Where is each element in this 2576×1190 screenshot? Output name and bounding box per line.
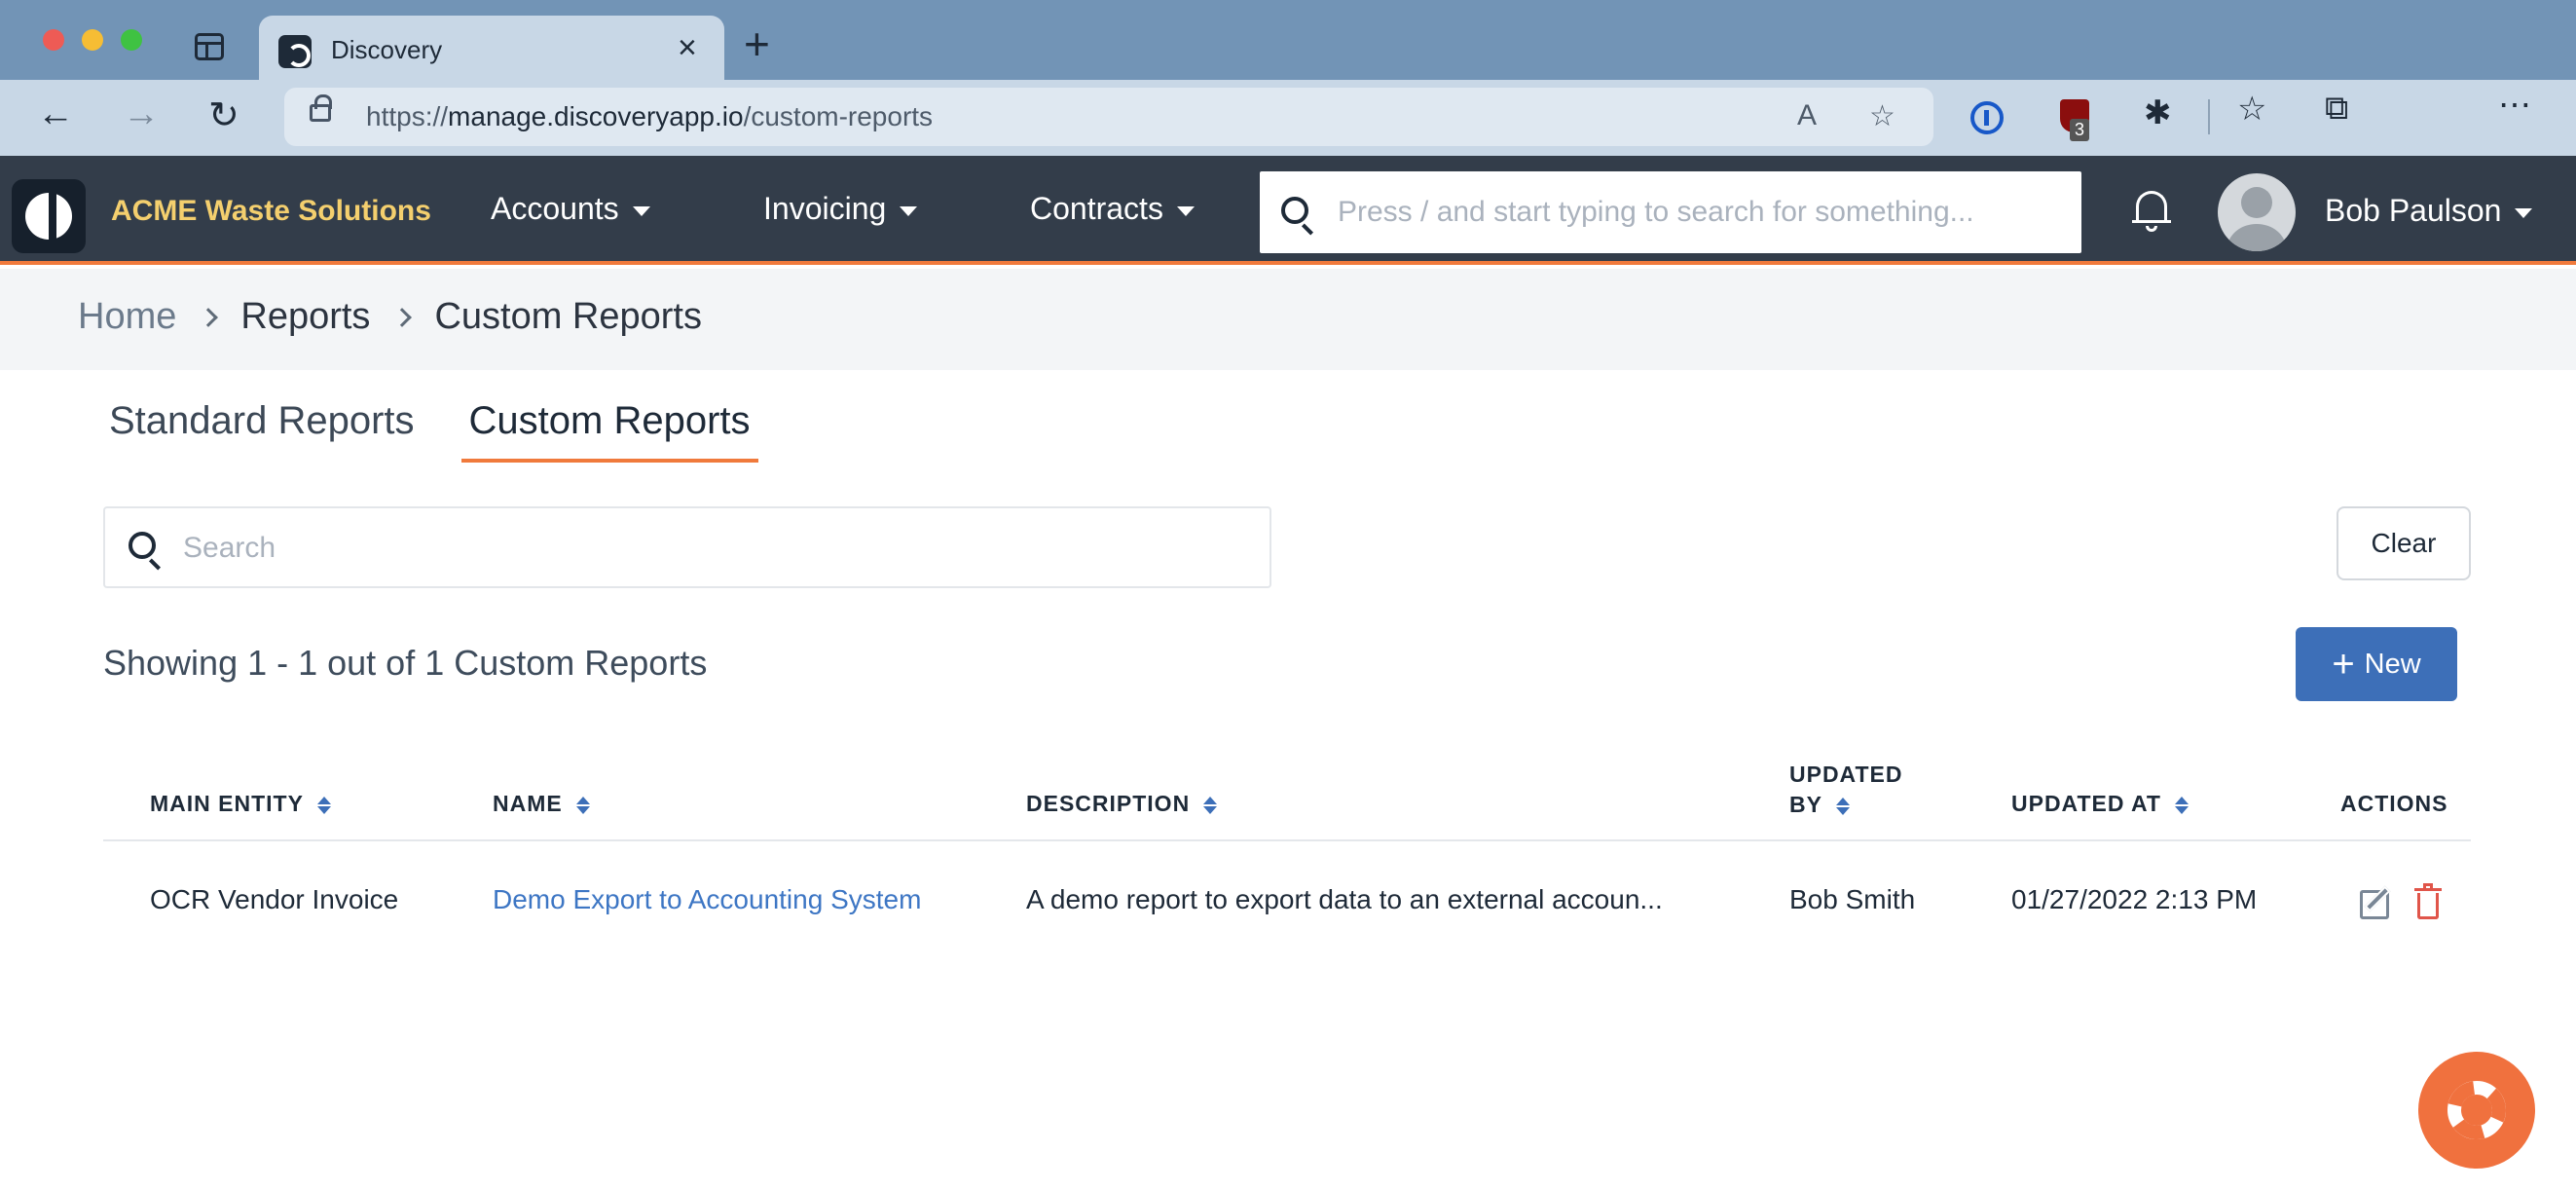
- breadcrumb: Home Reports Custom Reports: [0, 269, 2576, 370]
- cell-updated-at: 01/27/2022 2:13 PM: [2011, 884, 2258, 914]
- breadcrumb-reports[interactable]: Reports: [240, 296, 370, 338]
- new-button-label: New: [2364, 648, 2421, 680]
- discovery-logo-icon[interactable]: [12, 179, 86, 253]
- tab-standard-reports[interactable]: Standard Reports: [101, 399, 423, 463]
- chevron-down-icon: [900, 205, 918, 216]
- help-button[interactable]: [2418, 1052, 2535, 1169]
- column-updated-by[interactable]: UPDATED BY: [1789, 762, 1902, 818]
- app-viewport: ACME Waste Solutions Accounts Invoicing …: [0, 156, 2576, 1190]
- cell-updated-by: Bob Smith: [1789, 884, 1916, 914]
- discovery-favicon-icon: [278, 35, 312, 68]
- results-count: Showing 1 - 1 out of 1 Custom Reports: [103, 643, 708, 683]
- breadcrumb-custom-reports: Custom Reports: [434, 296, 702, 337]
- breadcrumb-home[interactable]: Home: [78, 296, 176, 338]
- sort-icon[interactable]: [316, 797, 331, 814]
- cell-main-entity: OCR Vendor Invoice: [150, 884, 399, 914]
- new-tab-icon[interactable]: +: [744, 18, 770, 70]
- forward-icon[interactable]: →: [123, 93, 160, 135]
- avatar[interactable]: [2218, 173, 2296, 251]
- nav-invoicing-label: Invoicing: [763, 191, 887, 226]
- close-window-button[interactable]: [43, 29, 64, 51]
- global-search[interactable]: [1260, 171, 2081, 253]
- report-search[interactable]: [103, 506, 1271, 588]
- reload-icon[interactable]: ↻: [208, 93, 239, 137]
- chevron-right-icon: [199, 307, 219, 327]
- delete-icon[interactable]: [2414, 883, 2442, 919]
- close-tab-icon[interactable]: ×: [678, 29, 697, 67]
- extensions-icon[interactable]: ✱: [2144, 93, 2172, 132]
- lifebuoy-icon: [2447, 1081, 2506, 1139]
- user-menu[interactable]: Bob Paulson: [2325, 193, 2533, 229]
- sort-icon[interactable]: [1835, 798, 1850, 815]
- tab-title: Discovery: [331, 35, 443, 64]
- extension-badge: 3: [2070, 119, 2090, 141]
- cell-description: A demo report to export data to an exter…: [1026, 884, 1663, 914]
- clear-button[interactable]: Clear: [2337, 506, 2471, 580]
- table-row: OCR Vendor Invoice Demo Export to Accoun…: [103, 843, 2471, 960]
- chevron-down-icon: [632, 205, 650, 216]
- favorite-add-icon[interactable]: ☆: [1869, 99, 1895, 133]
- chevron-down-icon: [2515, 207, 2533, 218]
- sort-icon[interactable]: [575, 797, 590, 814]
- address-bar-row: ← → ↻ https://manage.discoveryapp.io/cus…: [0, 80, 2576, 156]
- url-text[interactable]: https://manage.discoveryapp.io/custom-re…: [366, 101, 933, 132]
- sort-icon[interactable]: [1203, 797, 1218, 814]
- user-name: Bob Paulson: [2325, 193, 2502, 228]
- column-description[interactable]: DESCRIPTION: [1026, 791, 1218, 817]
- app-header: ACME Waste Solutions Accounts Invoicing …: [0, 156, 2576, 265]
- search-icon: [129, 532, 156, 559]
- search-icon: [1281, 197, 1308, 224]
- notifications-bell-icon[interactable]: [2132, 189, 2171, 232]
- company-name[interactable]: ACME Waste Solutions: [111, 195, 431, 228]
- search-input[interactable]: [183, 526, 1244, 571]
- chevron-down-icon: [1176, 205, 1195, 216]
- maximize-window-button[interactable]: [121, 29, 142, 51]
- sidebar-icon[interactable]: [195, 33, 224, 60]
- report-tabs: Standard Reports Custom Reports: [101, 399, 758, 463]
- toolbar-divider: [2208, 99, 2210, 134]
- nav-accounts-label: Accounts: [491, 191, 619, 226]
- column-actions: ACTIONS: [2340, 791, 2448, 816]
- 1password-icon[interactable]: [1970, 101, 2004, 134]
- nav-contracts[interactable]: Contracts: [1030, 191, 1195, 227]
- nav-contracts-label: Contracts: [1030, 191, 1163, 226]
- column-updated-at[interactable]: UPDATED AT: [2011, 791, 2189, 817]
- chevron-right-icon: [392, 307, 413, 327]
- nav-accounts[interactable]: Accounts: [491, 191, 650, 227]
- sort-icon[interactable]: [2174, 797, 2189, 814]
- new-report-button[interactable]: + New: [2296, 627, 2457, 701]
- lock-icon[interactable]: [310, 94, 332, 122]
- back-icon[interactable]: ←: [37, 93, 74, 135]
- collections-icon[interactable]: ⧉: [2325, 90, 2348, 128]
- minimize-window-button[interactable]: [82, 29, 103, 51]
- plus-icon: +: [2332, 643, 2355, 686]
- column-name[interactable]: NAME: [493, 791, 590, 817]
- table-header: MAIN ENTITY NAME DESCRIPTION UPDATED BY …: [103, 740, 2471, 841]
- global-search-input[interactable]: [1338, 189, 2058, 236]
- tab-custom-reports[interactable]: Custom Reports: [460, 399, 758, 463]
- nav-invoicing[interactable]: Invoicing: [763, 191, 918, 227]
- url-bar[interactable]: https://manage.discoveryapp.io/custom-re…: [284, 88, 1933, 146]
- favorites-icon[interactable]: ☆: [2237, 90, 2266, 129]
- more-icon[interactable]: ⋯: [2498, 86, 2531, 125]
- column-main-entity[interactable]: MAIN ENTITY: [150, 791, 331, 817]
- read-aloud-icon[interactable]: A: [1797, 99, 1817, 132]
- edit-icon[interactable]: [2360, 884, 2395, 919]
- cell-name-link[interactable]: Demo Export to Accounting System: [493, 884, 921, 915]
